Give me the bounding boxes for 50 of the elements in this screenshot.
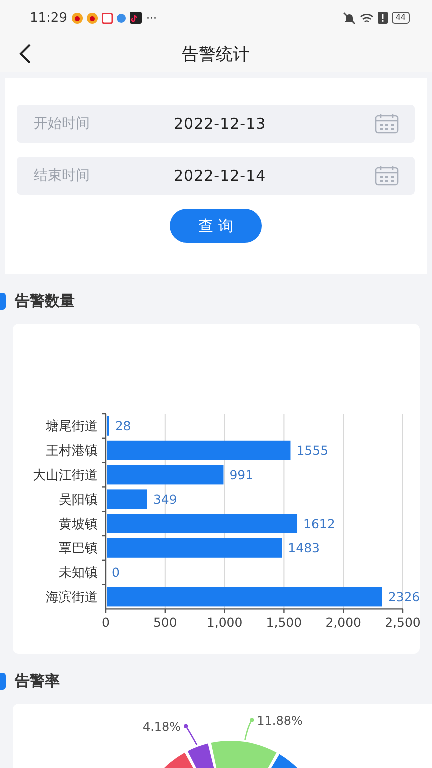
section-marker <box>0 672 6 690</box>
date-field[interactable]: 开始时间 2022-12-13 <box>17 105 415 143</box>
percent-label: 4.18% <box>142 720 182 734</box>
leader-line <box>184 724 198 746</box>
bar <box>107 490 148 510</box>
back-icon[interactable] <box>19 44 31 64</box>
value-label: 1483 <box>288 540 320 556</box>
value-label: 28 <box>115 418 132 434</box>
app-notification-icon <box>102 12 114 24</box>
status-time: 11:29 <box>30 10 68 26</box>
value-label: 349 <box>153 492 178 507</box>
leader-line <box>244 718 254 740</box>
app-notification-icon <box>72 12 84 24</box>
category-label: 大山江街道 <box>33 468 98 484</box>
calendar-icon <box>375 166 399 186</box>
value-label: 1612 <box>304 516 336 532</box>
tick-label: 2,000 <box>326 615 362 630</box>
value-label: 1555 <box>296 443 329 458</box>
value-label: 0 <box>112 565 120 580</box>
tick-label: 1,500 <box>266 615 302 630</box>
category-label: 覃巴镇 <box>59 542 98 557</box>
value-label: 991 <box>230 468 254 482</box>
value-label: 2326 <box>388 590 420 604</box>
battery-indicator: 44 <box>392 12 410 24</box>
category-label: 王村港镇 <box>46 444 98 460</box>
section-title: 告警率 <box>15 672 60 690</box>
date-field[interactable]: 结束时间 2022-12-14 <box>17 157 415 195</box>
category-label: 未知镇 <box>59 566 98 582</box>
wifi-icon <box>360 12 374 24</box>
app-notification-icon <box>87 12 98 24</box>
calendar-icon <box>375 114 399 134</box>
tick-label: 2,500 <box>385 615 420 630</box>
app-notification-icon <box>117 14 126 22</box>
section-title: 告警数量 <box>15 292 75 310</box>
category-label: 海滨街道 <box>46 590 98 606</box>
category-label: 黄坡镇 <box>59 517 98 532</box>
bar <box>107 416 110 436</box>
percent-label: 11.88% <box>257 714 303 728</box>
tick-label: 1,000 <box>206 615 243 630</box>
tick-label: 0 <box>102 615 110 630</box>
section-marker <box>0 292 6 310</box>
query-button[interactable]: 查 询 <box>170 209 262 243</box>
sim-alert-icon <box>378 12 388 24</box>
category-label: 吴阳镇 <box>59 492 98 508</box>
mute-icon <box>342 12 356 24</box>
page-title: 告警统计 <box>182 44 250 66</box>
category-label: 塘尾街道 <box>46 420 98 435</box>
more-notifications: ··· <box>146 12 157 24</box>
app-notification-icon <box>130 12 142 24</box>
tick-label: 500 <box>153 615 178 630</box>
